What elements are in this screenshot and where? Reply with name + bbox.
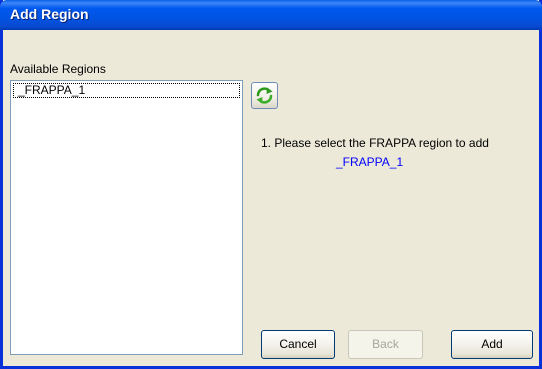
instruction-text: 1. Please select the FRAPPA region to ad… — [261, 136, 489, 150]
back-button[interactable]: Back — [348, 330, 423, 359]
window-title: Add Region — [10, 6, 89, 22]
refresh-button[interactable] — [251, 82, 278, 109]
title-bar[interactable]: Add Region — [0, 0, 542, 30]
available-regions-list[interactable]: _FRAPPA_1 — [10, 80, 243, 355]
list-item[interactable]: _FRAPPA_1 — [13, 83, 240, 98]
selected-region-name: _FRAPPA_1 — [336, 155, 404, 169]
available-regions-label: Available Regions — [10, 62, 106, 76]
refresh-icon — [256, 87, 273, 104]
cancel-button[interactable]: Cancel — [261, 330, 335, 359]
add-region-dialog: Add Region Available Regions _FRAPPA_1 1… — [0, 0, 542, 369]
add-button[interactable]: Add — [451, 330, 533, 359]
